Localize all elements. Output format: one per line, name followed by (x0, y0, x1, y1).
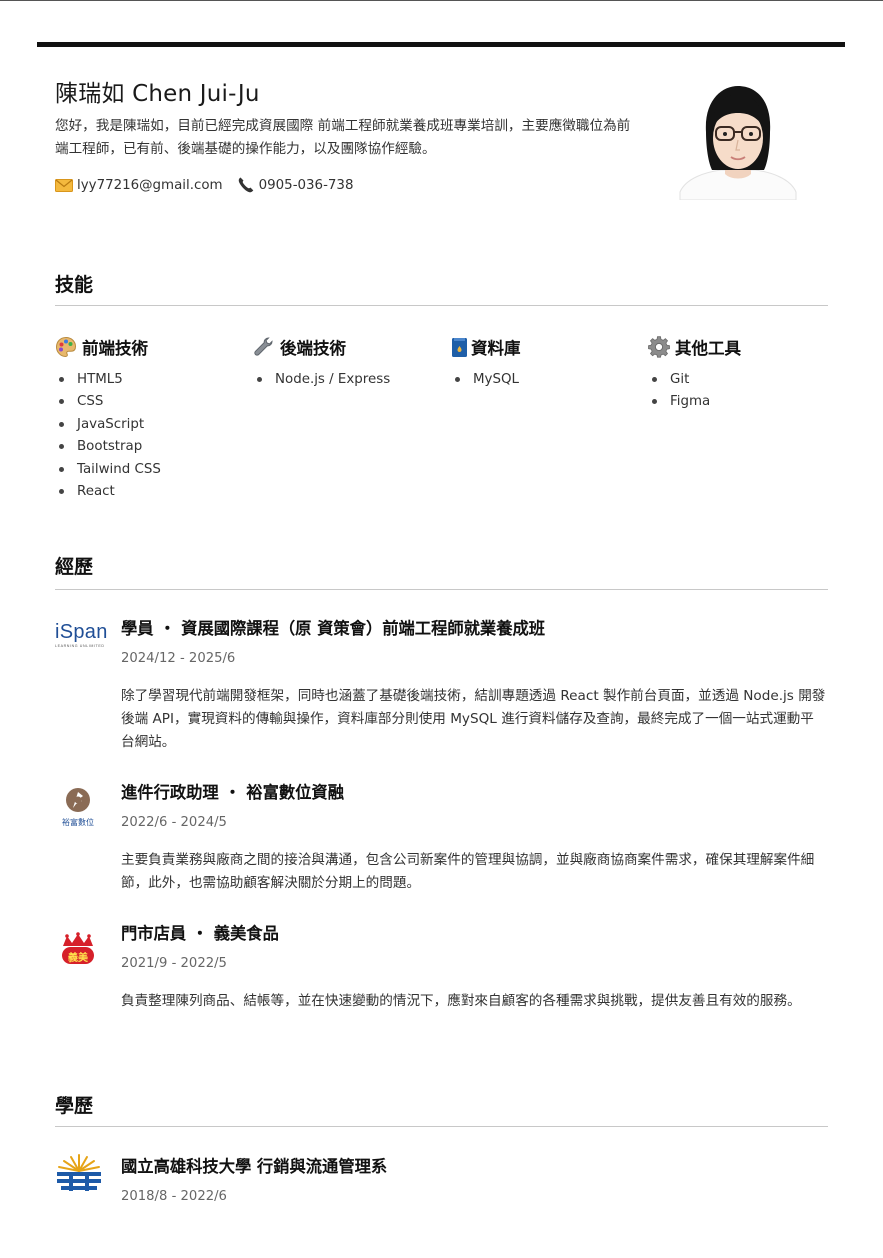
nkust-logo (55, 1153, 107, 1199)
skill-group-frontend: 前端技術 HTML5 CSS JavaScript Bootstrap Tail… (55, 334, 245, 503)
skill-group-title: 其他工具 (675, 339, 741, 358)
skill-item: MySQL (451, 369, 641, 391)
experience-section-title: 經歷 (55, 556, 94, 578)
skill-group-title: 資料庫 (471, 339, 521, 358)
yufu-logo: 裕富數位 (55, 787, 101, 828)
header-accent-bar (37, 42, 845, 47)
experience-description: 主要負責業務與廠商之間的接洽與溝通，包含公司新案件的管理與協調，並與廠商協商案件… (121, 852, 815, 891)
ispan-logo: iSpan LEARNING UNLIMITED (55, 621, 108, 648)
skill-item: HTML5 (55, 369, 245, 391)
intro-text: 您好，我是陳瑞如，目前已經完成資展國際 前端工程師就業養成班專業培訓，主要應徵職… (55, 118, 631, 157)
database-icon (451, 336, 468, 358)
experience-divider (55, 589, 828, 590)
skill-item: JavaScript (55, 414, 245, 436)
phone-link[interactable]: 0905-036-738 (237, 176, 354, 194)
profile-photo (676, 80, 800, 201)
skills-section-title: 技能 (55, 274, 94, 296)
skill-item: React (55, 481, 245, 503)
skill-item: Node.js / Express (253, 369, 443, 391)
contact-row: lyy77216@gmail.com 0905-036-738 (55, 176, 367, 194)
palette-icon (55, 336, 77, 358)
skill-group-title: 後端技術 (280, 339, 346, 358)
experience-title: 進件行政助理 ・ 裕富數位資融 (121, 783, 344, 802)
experience-description: 除了學習現代前端開發框架，同時也涵蓋了基礎後端技術，結訓專題透過 React 製… (121, 688, 826, 750)
top-border-line (0, 0, 883, 1)
envelope-icon (55, 178, 73, 192)
skill-item: Tailwind CSS (55, 459, 245, 481)
email-text: lyy77216@gmail.com (77, 177, 223, 193)
phone-text: 0905-036-738 (258, 177, 354, 193)
experience-date: 2022/6 - 2024/5 (121, 815, 227, 830)
education-title: 國立高雄科技大學 行銷與流通管理系 (121, 1157, 388, 1176)
education-date: 2018/8 - 2022/6 (121, 1189, 227, 1204)
experience-date: 2021/9 - 2022/5 (121, 956, 227, 971)
skill-item: Bootstrap (55, 436, 245, 458)
skill-item: Figma (648, 391, 838, 413)
email-link[interactable]: lyy77216@gmail.com (55, 178, 223, 193)
skill-item: Git (648, 369, 838, 391)
skills-divider (55, 305, 828, 306)
skill-item: CSS (55, 391, 245, 413)
experience-description: 負責整理陳列商品、結帳等，並在快速變動的情況下，應對來自顧客的各種需求與挑戰，提… (121, 993, 801, 1009)
skill-group-database: 資料庫 MySQL (451, 334, 641, 391)
skill-group-backend: 後端技術 Node.js / Express (253, 334, 443, 391)
experience-title: 門市店員 ・ 義美食品 (121, 924, 279, 943)
resume-name: 陳瑞如 Chen Jui-Ju (55, 81, 260, 107)
phone-icon (237, 176, 255, 194)
experience-title: 學員 ・ 資展國際課程（原 資策會）前端工程師就業養成班 (121, 619, 546, 638)
education-divider (55, 1126, 828, 1127)
skill-group-tools: 其他工具 Git Figma (648, 334, 838, 414)
imei-logo: 義美 (55, 932, 101, 972)
wrench-icon (253, 336, 275, 358)
gear-icon (648, 336, 670, 358)
experience-date: 2024/12 - 2025/6 (121, 651, 236, 666)
education-section-title: 學歷 (55, 1095, 94, 1117)
skill-group-title: 前端技術 (82, 339, 148, 358)
